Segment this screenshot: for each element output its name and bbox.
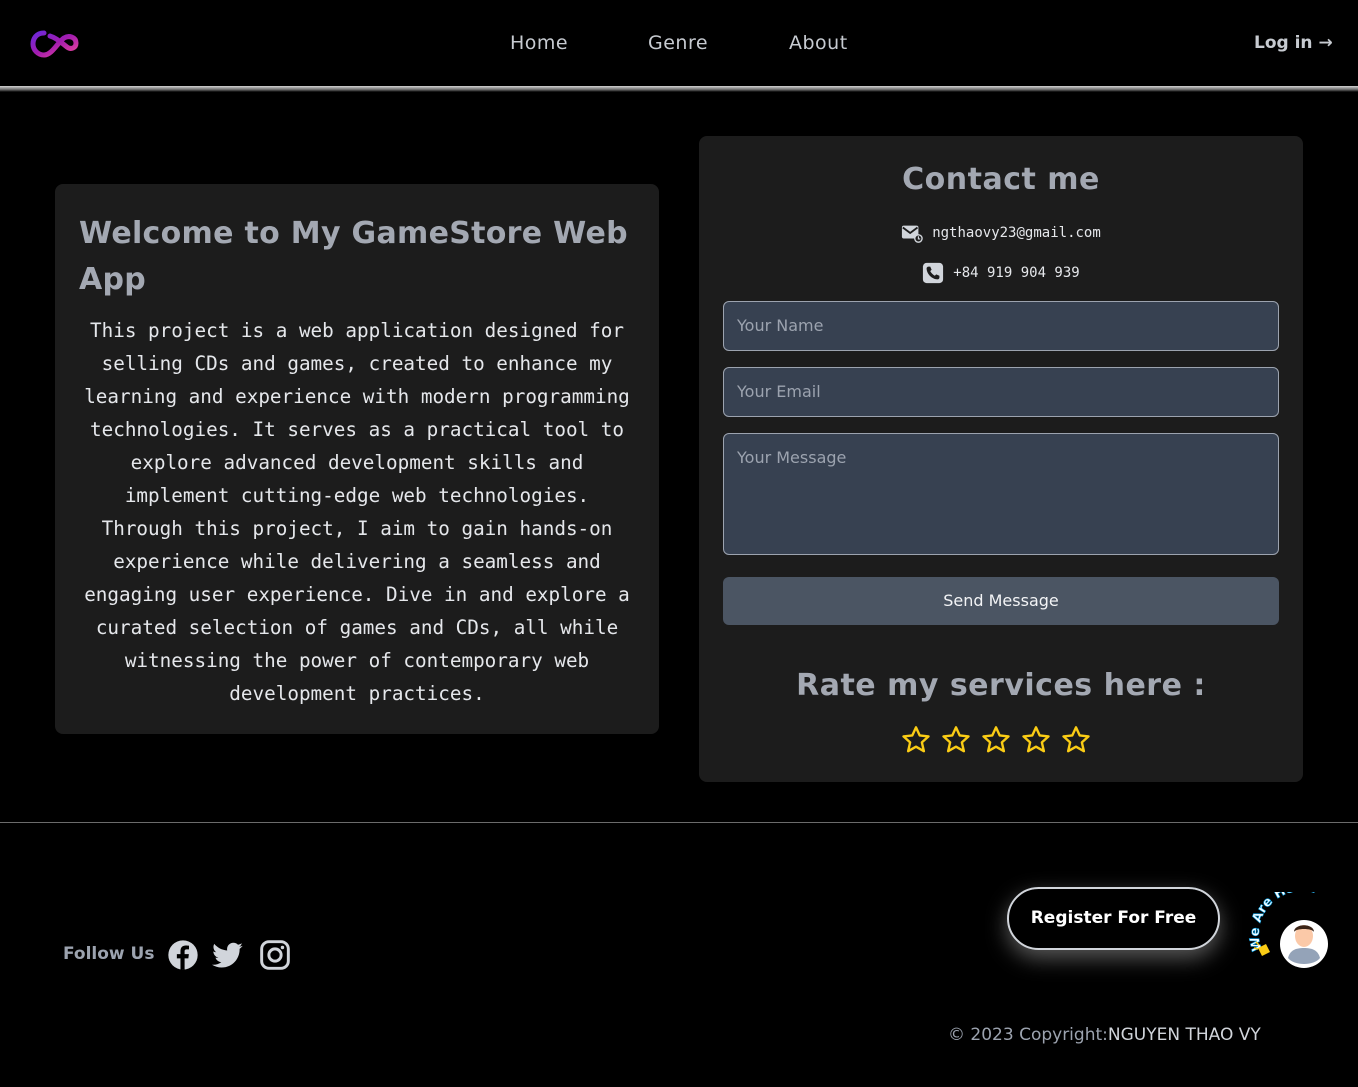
star-icon[interactable] — [900, 724, 932, 756]
twitter-icon[interactable] — [212, 939, 244, 971]
send-message-button[interactable]: Send Message — [723, 577, 1279, 625]
star-icon[interactable] — [1060, 724, 1092, 756]
top-navbar: Home Genre About Log in → — [0, 0, 1358, 88]
star-icon[interactable] — [980, 724, 1012, 756]
welcome-card: Welcome to My GameStore Web App This pro… — [55, 184, 659, 734]
star-icon[interactable] — [940, 724, 972, 756]
header-shadow — [0, 86, 1358, 92]
message-textarea[interactable]: Your Message — [723, 433, 1279, 555]
email-input[interactable]: Your Email — [723, 367, 1279, 417]
footer-divider — [0, 822, 1358, 823]
phone-icon — [923, 262, 944, 284]
copyright-name: NGUYEN THAO VY — [1107, 1025, 1261, 1045]
contact-card: Contact me ngthaovy23@gmail.com +84 919 … — [699, 136, 1303, 782]
nav-genre-link[interactable]: Genre — [648, 32, 708, 54]
register-button[interactable]: Register For Free — [1007, 887, 1220, 950]
name-input[interactable]: Your Name — [723, 301, 1279, 351]
login-link[interactable]: Log in → — [1254, 33, 1333, 53]
nav-home-link[interactable]: Home — [510, 32, 568, 54]
copyright: © 2023 Copyright:NGUYEN THAO VY — [948, 1025, 1261, 1045]
contact-phone-row: +84 919 904 939 — [699, 262, 1303, 284]
facebook-icon[interactable] — [167, 939, 199, 971]
star-rating — [900, 724, 1092, 756]
contact-phone[interactable]: +84 919 904 939 — [953, 265, 1079, 281]
infinity-logo-icon[interactable] — [30, 28, 82, 62]
instagram-icon[interactable] — [259, 939, 291, 971]
follow-us-label: Follow Us — [63, 944, 155, 964]
nav-about-link[interactable]: About — [789, 32, 848, 54]
we-are-here-chat-badge-icon[interactable]: We Are Here! — [1248, 892, 1348, 974]
copyright-prefix: © 2023 Copyright: — [948, 1025, 1108, 1045]
mail-icon — [902, 225, 923, 243]
welcome-description: This project is a web application design… — [84, 319, 630, 705]
contact-title: Contact me — [902, 162, 1100, 197]
rate-title: Rate my services here : — [796, 668, 1206, 703]
contact-email[interactable]: ngthaovy23@gmail.com — [932, 225, 1101, 241]
welcome-title: Welcome to My GameStore Web App — [79, 216, 628, 297]
contact-email-row: ngthaovy23@gmail.com — [699, 222, 1303, 244]
star-icon[interactable] — [1020, 724, 1052, 756]
